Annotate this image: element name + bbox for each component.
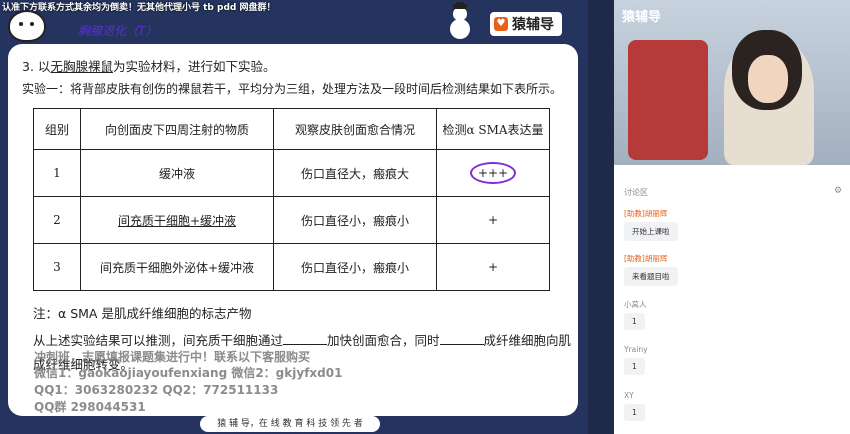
table-cell: 伤口直径小，瘢痕小 <box>273 196 437 244</box>
watermark-line: QQ群 298044531 <box>34 400 146 414</box>
discussion-title: 讨论区 <box>624 188 648 197</box>
message-bubble: 开始上课啦 <box>624 222 678 241</box>
conclusion-part1: 从上述实验结果可以推测，间充质干细胞通过 <box>33 333 284 348</box>
teacher-video: 猿辅导 <box>614 0 850 165</box>
question-underlined: 无胸腺裸鼠 <box>50 59 113 74</box>
table-cell: 伤口直径大，瘢痕大 <box>273 149 437 197</box>
answer-blank <box>439 332 484 345</box>
table-header: 向创面皮下四周注射的物质 <box>80 108 274 150</box>
table-cell: 间充质干细胞外泌体+缓冲液 <box>80 243 274 291</box>
table-cell: 间充质干细胞+缓冲液 <box>80 196 274 244</box>
table-cell: +++ <box>436 149 550 197</box>
table-note: 注：α SMA 是肌成纤维细胞的标志产物 <box>33 306 252 321</box>
slide-area: 认准下方联系方式其余均为倒卖！无其他代理小号 tb pdd 网盘群！ 胸腺退化（… <box>0 0 588 434</box>
message-author: XY <box>624 391 634 400</box>
video-brand: 猿辅导 <box>622 10 662 25</box>
table-header: 检测α SMA表达量 <box>436 108 550 150</box>
message-bubble: 1 <box>624 404 645 421</box>
discussion-panel: 讨论区 ⚙ [助教]胡丽辉 开始上课啦 [助教]胡丽辉 来看题目啦 小莴人 1 … <box>614 165 850 434</box>
chat-settings-icon[interactable]: ⚙ <box>834 186 842 196</box>
mascot-icon <box>8 10 46 42</box>
message-bubble: 1 <box>624 313 645 330</box>
message-author: Yrainy <box>624 345 648 354</box>
table-header: 组别 <box>33 108 81 150</box>
slide-header: 认准下方联系方式其余均为倒卖！无其他代理小号 tb pdd 网盘群！ 胸腺退化（… <box>0 0 588 42</box>
table-cell: 2 <box>33 196 81 244</box>
table-cell: 伤口直径小，瘢痕小 <box>273 243 437 291</box>
brand-name: 猿辅导 <box>512 17 554 33</box>
question-pre: 以 <box>37 59 51 74</box>
message-author: 小莴人 <box>624 300 647 309</box>
question-title: 3. 以无胸腺裸鼠为实验材料，进行如下实验。 <box>22 56 275 75</box>
question-post: 为实验材料，进行如下实验。 <box>112 59 276 74</box>
table-header-row: 组别 向创面皮下四周注射的物质 观察皮肤创面愈合情况 检测α SMA表达量 <box>33 108 550 150</box>
watermark-line: 微信1：gaokaojiayoufenxiang 微信2：gkjyfxd01 <box>34 366 343 380</box>
message-bubble: 1 <box>624 358 645 375</box>
question-number: 3. <box>22 59 34 74</box>
message-bubble: 来看题目啦 <box>624 267 678 286</box>
message-author: [助教]胡丽辉 <box>624 254 668 263</box>
conclusion-part2: 加快创面愈合，同时 <box>327 333 440 348</box>
table-cell: + <box>436 196 550 244</box>
annotation-circle: +++ <box>469 162 517 184</box>
top-watermark: 认准下方联系方式其余均为倒卖！无其他代理小号 tb pdd 网盘群！ <box>2 3 276 13</box>
watermark-line: 冲刺班，志愿填报课题集进行中！联系以下客服购买 <box>34 350 311 364</box>
brand-logo-icon: ♥ <box>494 17 508 31</box>
table-row: 2 间充质干细胞+缓冲液 伤口直径小，瘢痕小 + <box>33 196 550 244</box>
answer-blank <box>283 332 328 345</box>
table-cell: 缓冲液 <box>80 149 274 197</box>
experiment-description: 实验一：将背部皮肤有创伤的裸鼠若干，平均分为三组，处理方法及一段时间后检测结果如… <box>22 82 563 96</box>
message-author: [助教]胡丽辉 <box>624 209 668 218</box>
table-row: 1 缓冲液 伤口直径大，瘢痕大 +++ <box>33 149 550 197</box>
footer-slogan: 猿 辅 导，在 线 教 育 科 技 领 先 者 <box>200 416 380 432</box>
table-cell: + <box>436 243 550 291</box>
results-table: 组别 向创面皮下四周注射的物质 观察皮肤创面愈合情况 检测α SMA表达量 1 … <box>33 108 550 291</box>
table-cell: 1 <box>33 149 81 197</box>
snowman-icon <box>450 2 470 39</box>
table-cell: 3 <box>33 243 81 291</box>
handwritten-annotation: 胸腺退化（T） <box>78 24 158 38</box>
watermark-line: QQ1：3063280232 QQ2：772511133 <box>34 383 279 397</box>
table-header: 观察皮肤创面愈合情况 <box>273 108 437 150</box>
table-row: 3 间充质干细胞外泌体+缓冲液 伤口直径小，瘢痕小 + <box>33 243 550 291</box>
brand-badge: ♥ 猿辅导 <box>490 12 562 36</box>
